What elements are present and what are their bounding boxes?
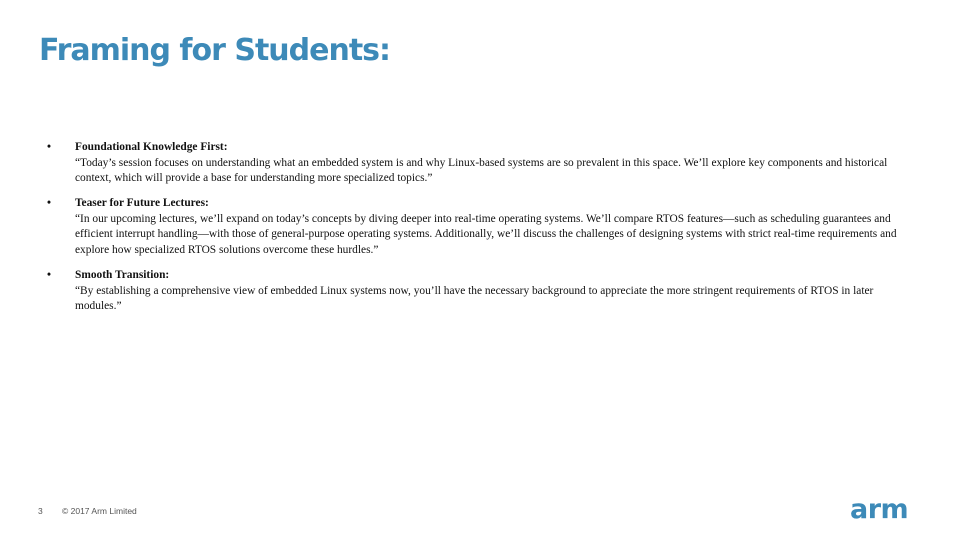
bullet-item-transition: • Smooth Transition: “By establishing a … [47,268,922,315]
arm-logo: arm [850,494,909,525]
page-number: 3 [38,506,43,516]
bullet-heading: Teaser for Future Lectures: [75,197,209,210]
bullet-icon: • [47,197,51,210]
slide-title: Framing for Students: [39,33,391,68]
bullet-body: “By establishing a comprehensive view of… [75,284,874,313]
bullet-icon: • [47,269,51,282]
copyright-text: © 2017 Arm Limited [62,506,137,516]
bullet-item-teaser: • Teaser for Future Lectures: “In our up… [47,196,922,258]
slide: Framing for Students: • Foundational Kno… [0,0,960,540]
bullet-list: • Foundational Knowledge First: “Today’s… [47,140,922,324]
bullet-body: “In our upcoming lectures, we’ll expand … [75,212,897,257]
bullet-icon: • [47,141,51,153]
bullet-body: “Today’s session focuses on understandin… [75,156,888,185]
bullet-heading: Smooth Transition: [75,269,170,282]
bullet-heading: Foundational Knowledge First: [75,141,228,153]
bullet-item-foundational: • Foundational Knowledge First: “Today’s… [47,140,922,187]
